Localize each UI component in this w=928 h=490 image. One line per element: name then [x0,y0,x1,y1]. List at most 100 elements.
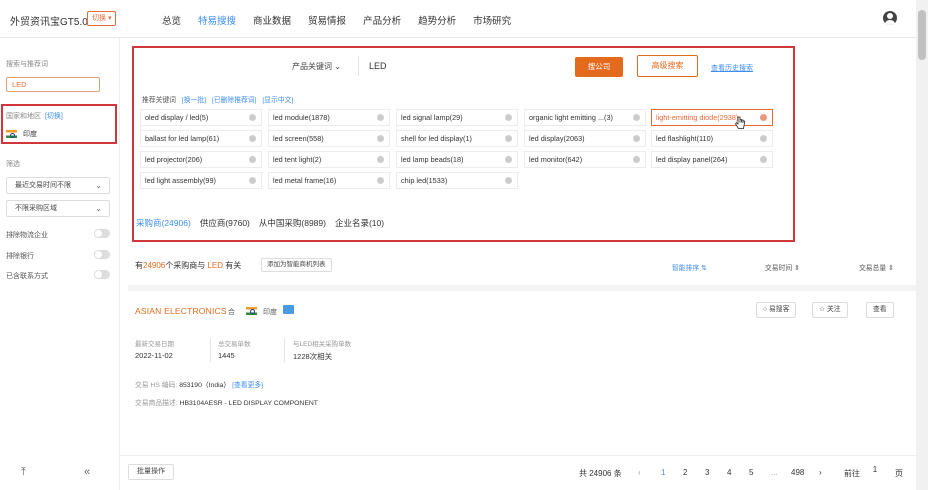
sort-trade-total[interactable]: 交易总量 ⇕ [859,262,894,272]
user-avatar-icon[interactable] [883,11,897,25]
search-tag[interactable]: LED [6,77,100,92]
remove-icon[interactable] [760,114,767,121]
back-to-top-icon[interactable]: ⤒ [21,466,26,479]
page-number[interactable]: 3 [705,468,709,477]
remove-icon[interactable] [377,135,384,142]
tab-from-china[interactable]: 从中国采购(8989) [259,217,326,229]
nav-business-data[interactable]: 商业数据 [253,13,291,27]
keyword-chip[interactable]: led lamp beads(18) [396,151,518,168]
advanced-search-button[interactable]: 高级搜索 [637,55,698,77]
remove-icon[interactable] [249,114,256,121]
remove-icon[interactable] [505,177,512,184]
keyword-chip[interactable]: led light assembly(99) [140,172,262,189]
remove-icon[interactable] [377,156,384,163]
keyword-chip[interactable]: led signal lamp(29) [396,109,518,126]
contact-toggle[interactable] [94,270,110,279]
keyword-chip[interactable]: ballast for led lamp(61) [140,130,262,147]
remove-icon[interactable] [505,135,512,142]
region-value[interactable]: 印度 [6,129,37,139]
stat-label: 总交易单数 [218,341,251,348]
page-number-current[interactable]: 1 [661,468,665,477]
keyword-chip[interactable]: led module(1878) [268,109,390,126]
keyword-chip[interactable]: chip led(1533) [396,172,518,189]
remove-icon[interactable] [633,114,640,121]
hs-more-link[interactable]: [查看更多] [232,382,263,389]
sort-trade-time[interactable]: 交易时间 ⇕ [765,262,800,272]
keyword-chip[interactable]: shell for led display(1) [396,130,518,147]
page-number[interactable]: 2 [683,468,687,477]
nav-trade-intel[interactable]: 贸易情报 [308,13,346,27]
add-to-list-button[interactable]: 添加为智能商机列表 [261,258,332,272]
search-history-link[interactable]: 查看历史搜索 [711,63,753,73]
region-select[interactable]: 不限采购区域 ⌄ [6,200,110,217]
search-input[interactable]: LED [358,56,568,76]
remove-icon[interactable] [249,135,256,142]
recommend-label: 推荐关键词 [142,97,176,104]
trade-time-select[interactable]: 最近交易时间不限 ⌄ [6,177,110,194]
bank-toggle[interactable] [94,250,110,259]
recommend-row: 推荐关键词 [换一批] [已删除推荐词] [显示中文] [142,94,293,104]
region-switch-link[interactable]: [切换] [45,113,63,120]
app-title: 外贸资讯宝GT5.0 [10,17,88,28]
switch-button[interactable]: 切换 ▾ [87,11,117,26]
keyword-type-select[interactable]: 产品关键词 ⌄ [292,61,341,72]
next-page-icon[interactable]: › [819,468,822,477]
nav-overview[interactable]: 总览 [162,13,181,27]
keyword-chip-active[interactable]: light-emitting diode(2938) [651,109,773,126]
remove-icon[interactable] [633,135,640,142]
remove-icon[interactable] [377,114,384,121]
page-number-last[interactable]: 498 [791,468,804,477]
remove-icon[interactable] [633,156,640,163]
keyword-chip[interactable]: led screen(558) [268,130,390,147]
keyword-chip[interactable]: led tent light(2) [268,151,390,168]
keyword-chip[interactable]: led metal frame(16) [268,172,390,189]
batch-action-button[interactable]: 批量操作 [128,464,174,480]
company-name[interactable]: ASIAN ELECTRONICS [135,306,227,316]
view-button[interactable]: 查看 [866,302,894,318]
collapse-sidebar-icon[interactable]: « [84,466,90,478]
keyword-chip[interactable]: oled display / led(5) [140,109,262,126]
chevron-down-icon: ⌄ [95,204,102,213]
logistics-toggle[interactable] [94,229,110,238]
remove-icon[interactable] [760,156,767,163]
remove-icon[interactable] [760,135,767,142]
page-ellipsis[interactable]: ... [771,468,778,477]
top-bar: 外贸资讯宝GT5.0 切换 ▾ 总览 特易搜搜 商业数据 贸易情报 产品分析 趋… [0,0,916,38]
tab-buyers[interactable]: 采购商(24906) [136,217,191,229]
goto-page-input[interactable]: 1 [867,462,883,478]
follow-button[interactable]: ☆ 关注 [812,302,848,318]
remove-icon[interactable] [505,156,512,163]
goto-label: 前往 [844,469,860,478]
refresh-recommend-link[interactable]: [换一批] [182,97,206,104]
deleted-recommend-link[interactable]: [已删除推荐词] [212,97,257,104]
nav-product-analysis[interactable]: 产品分析 [363,13,401,27]
filter-label: 筛选 [6,161,20,168]
star-icon: ☆ [819,306,826,313]
prev-page-icon[interactable]: ‹ [638,468,641,477]
nav-trend-analysis[interactable]: 趋势分析 [418,13,456,27]
similar-button[interactable]: ○ 易搜客 [756,302,797,318]
vertical-scrollbar[interactable] [916,0,928,490]
remove-icon[interactable] [249,156,256,163]
stat-value: 1445 [218,351,235,360]
keyword-chip[interactable]: led display panel(264) [651,151,773,168]
page-number[interactable]: 4 [727,468,731,477]
page-number[interactable]: 5 [749,468,753,477]
scrollbar-thumb[interactable] [918,10,926,60]
keyword-chip[interactable]: led display(2063) [524,130,646,147]
show-chinese-link[interactable]: [显示中文] [262,97,293,104]
remove-icon[interactable] [505,114,512,121]
keyword-chip[interactable]: led projector(206) [140,151,262,168]
keyword-chip[interactable]: led monitor(642) [524,151,646,168]
remove-icon[interactable] [249,177,256,184]
keyword-chip[interactable]: organic light emitting ...(3) [524,109,646,126]
nav-search[interactable]: 特易搜搜 [198,13,236,27]
tab-suppliers[interactable]: 供应商(9760) [200,217,250,229]
stat-divider [210,338,211,362]
remove-icon[interactable] [377,177,384,184]
nav-market-research[interactable]: 市场研究 [473,13,511,27]
sort-smart[interactable]: 智能排序 ⇅ [672,262,707,272]
keyword-chip[interactable]: led flashlight(110) [651,130,773,147]
search-company-button[interactable]: 搜公司 [575,57,623,77]
tab-directory[interactable]: 企业名录(10) [335,217,384,229]
